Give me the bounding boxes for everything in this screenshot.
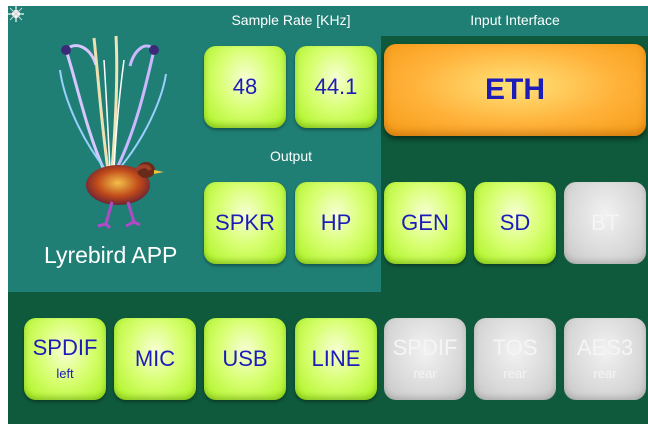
spdif-rear-button[interactable]: SPDIF rear [384, 318, 466, 400]
aes3-rear-button[interactable]: AES3 rear [564, 318, 646, 400]
sd-label: SD [499, 210, 531, 235]
spdif-left-label: SPDIF [32, 335, 98, 360]
sample-rate-44-1-button[interactable]: 44.1 [295, 46, 377, 128]
sample-rate-48-label: 48 [232, 74, 258, 99]
bt-button[interactable]: BT [564, 182, 646, 264]
mic-button[interactable]: MIC [114, 318, 196, 400]
usb-button[interactable]: USB [204, 318, 286, 400]
spdif-left-sublabel: left [56, 366, 74, 381]
hp-label: HP [320, 210, 352, 235]
app-screen: Lyrebird APP Sample Rate [KHz] Input Int… [8, 6, 648, 424]
gen-label: GEN [401, 210, 449, 235]
sparkle-icon [8, 6, 24, 22]
line-label: LINE [311, 346, 361, 371]
lyrebird-logo [59, 35, 167, 230]
spkr-button[interactable]: SPKR [204, 182, 286, 264]
spdif-left-button[interactable]: SPDIF left [24, 318, 106, 400]
gen-button[interactable]: GEN [384, 182, 466, 264]
spdif-rear-sublabel: rear [413, 366, 437, 381]
sample-rate-44-1-label: 44.1 [314, 74, 358, 99]
spdif-rear-label: SPDIF [392, 335, 458, 360]
app-name: Lyrebird APP [44, 242, 178, 268]
hp-button[interactable]: HP [295, 182, 377, 264]
eth-label: ETH [485, 73, 545, 106]
aes3-rear-label: AES3 [576, 335, 634, 360]
bt-label: BT [590, 210, 620, 235]
tos-rear-button[interactable]: TOS rear [474, 318, 556, 400]
sample-rate-label: Sample Rate [KHz] [231, 12, 351, 28]
sd-button[interactable]: SD [474, 182, 556, 264]
spkr-label: SPKR [215, 210, 275, 235]
input-interface-label: Input Interface [470, 12, 560, 28]
mic-label: MIC [134, 346, 176, 371]
line-button[interactable]: LINE [295, 318, 377, 400]
tos-rear-sublabel: rear [503, 366, 527, 381]
usb-label: USB [222, 346, 268, 371]
sample-rate-48-button[interactable]: 48 [204, 46, 286, 128]
tos-rear-label: TOS [492, 335, 538, 360]
output-label: Output [269, 148, 313, 164]
aes3-rear-sublabel: rear [593, 366, 617, 381]
eth-button[interactable]: ETH [384, 44, 646, 136]
